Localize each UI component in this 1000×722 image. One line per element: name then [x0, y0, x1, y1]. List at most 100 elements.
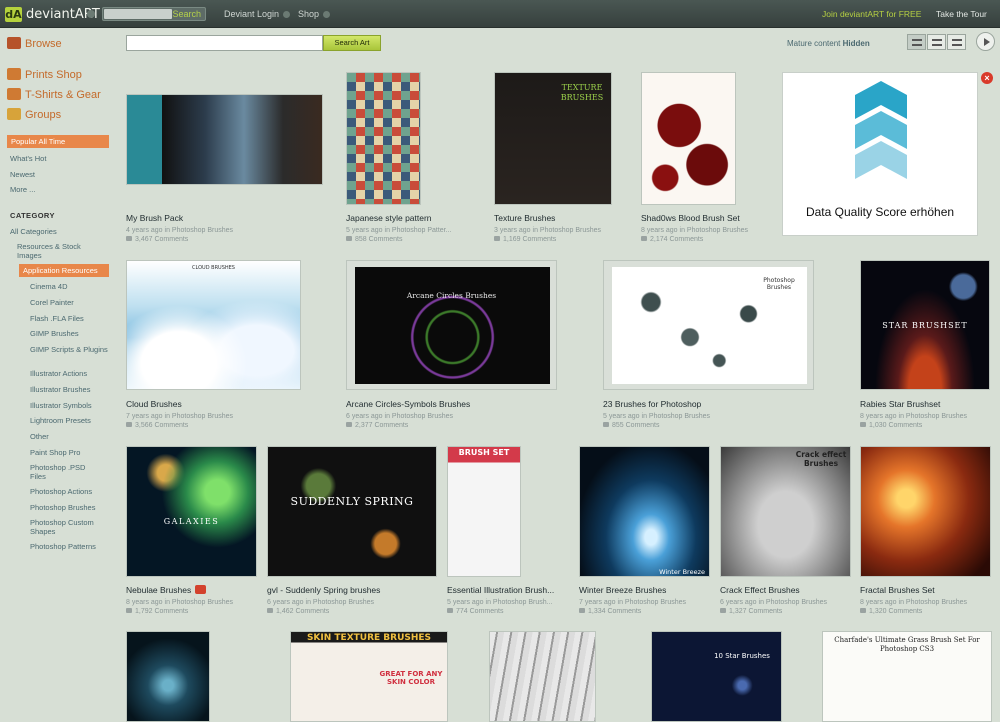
mature-state: Hidden: [842, 39, 870, 48]
resources-link[interactable]: Resources & Stock Images: [17, 242, 107, 260]
thumb-fractal-brushes[interactable]: [860, 446, 991, 577]
prints-shop-link[interactable]: Prints Shop: [7, 68, 82, 81]
thumb-cloud-brushes[interactable]: CLOUD BRUSHES: [126, 260, 301, 390]
deviant-login-link[interactable]: Deviant Login: [224, 9, 291, 20]
search-input[interactable]: [126, 35, 323, 51]
logo-menu-icon[interactable]: [87, 10, 95, 18]
view-medium-button[interactable]: [927, 34, 946, 50]
item-comments[interactable]: 1,462 Comments: [267, 608, 329, 615]
item-title[interactable]: Arcane Circles-Symbols Brushes: [346, 399, 470, 409]
item-comments[interactable]: 1,169 Comments: [494, 236, 556, 243]
subcat-item[interactable]: Paint Shop Pro: [30, 448, 80, 457]
advertisement[interactable]: Data Quality Score erhöhen: [782, 72, 978, 236]
item-comments[interactable]: 774 Comments: [447, 608, 503, 615]
join-link[interactable]: Join deviantART for FREE: [822, 9, 921, 19]
search-art-button[interactable]: Search Art: [323, 35, 381, 51]
item-title[interactable]: Japanese style pattern: [346, 213, 432, 223]
thumb-japanese-pattern[interactable]: [346, 72, 421, 205]
subcat-item[interactable]: Flash .FLA Files: [30, 314, 84, 323]
thumb-shadows[interactable]: [126, 631, 210, 722]
browse-link[interactable]: Browse: [7, 37, 62, 50]
subcat-item[interactable]: Photoshop Custom Shapes: [30, 518, 110, 536]
thumb-my-brush-pack[interactable]: [126, 94, 323, 185]
item-comments[interactable]: 1,792 Comments: [126, 608, 188, 615]
thumb-nebulae[interactable]: GALAXIES: [126, 446, 257, 577]
subcat-item[interactable]: Photoshop Brushes: [30, 503, 95, 512]
thumb-rabies-star[interactable]: STAR BRUSHSET: [860, 260, 990, 390]
item-title[interactable]: My Brush Pack: [126, 213, 183, 223]
thumb-texture-brushes[interactable]: TEXTURE BRUSHES: [494, 72, 612, 205]
subcat-item[interactable]: Illustrator Brushes: [30, 385, 90, 394]
item-comments[interactable]: 855 Comments: [603, 422, 659, 429]
comment-count: 858 Comments: [355, 236, 403, 243]
mature-content-toggle[interactable]: Mature content Hidden: [787, 39, 870, 48]
thumb-shad0ws-blood[interactable]: [641, 72, 736, 205]
subcat-item[interactable]: Photoshop Patterns: [30, 542, 96, 551]
subcat-item[interactable]: Photoshop .PSD Files: [30, 463, 102, 481]
subcat-item[interactable]: Corel Painter: [30, 298, 74, 307]
thumb-crack-effect[interactable]: Crack effect Brushes: [720, 446, 851, 577]
subcat-item[interactable]: Other: [30, 432, 49, 441]
item-title[interactable]: Essential Illustration Brush...: [447, 585, 554, 595]
take-tour-link[interactable]: Take the Tour: [936, 9, 987, 19]
item-comments[interactable]: 2,174 Comments: [641, 236, 703, 243]
item-comments[interactable]: 1,327 Comments: [720, 608, 782, 615]
item-title[interactable]: Shad0ws Blood Brush Set: [641, 213, 740, 223]
view-large-button[interactable]: [947, 34, 966, 50]
subcat-item[interactable]: GIMP Brushes: [30, 329, 79, 338]
application-resources-link[interactable]: Application Resources: [19, 264, 109, 277]
subcat-item[interactable]: Photoshop Actions: [30, 487, 92, 496]
item-title[interactable]: Rabies Star Brushset: [860, 399, 940, 409]
item-comments[interactable]: 1,030 Comments: [860, 422, 922, 429]
item-title[interactable]: Winter Breeze Brushes: [579, 585, 666, 595]
item-title[interactable]: Crack Effect Brushes: [720, 585, 800, 595]
top-search-button[interactable]: Search: [172, 8, 201, 20]
subcat-item[interactable]: Illustrator Symbols: [30, 401, 92, 410]
thumb-grayscale-brushes[interactable]: [489, 631, 596, 722]
subcat-item[interactable]: Cinema 4D: [30, 282, 68, 291]
comment-count: 1,462 Comments: [276, 608, 330, 615]
item-title[interactable]: Cloud Brushes: [126, 399, 182, 409]
thumb-winter-breeze[interactable]: Winter Breeze: [579, 446, 710, 577]
thumb-23-brushes[interactable]: Photoshop Brushes: [603, 260, 814, 390]
thumb-essential-illustration[interactable]: BRUSH SET: [447, 446, 521, 577]
item-comments[interactable]: 858 Comments: [346, 236, 402, 243]
thumb-image: [127, 261, 300, 389]
top-search-input[interactable]: [104, 9, 172, 19]
more-link[interactable]: More ...: [10, 185, 35, 194]
whats-hot-link[interactable]: What's Hot: [10, 154, 46, 163]
subcat-item[interactable]: GIMP Scripts & Plugins: [30, 345, 110, 354]
view-small-button[interactable]: [907, 34, 926, 50]
popular-all-time-link[interactable]: Popular All Time: [7, 135, 109, 148]
item-comments[interactable]: 3,467 Comments: [126, 236, 188, 243]
shop-link[interactable]: Shop: [298, 9, 331, 20]
top-search-box[interactable]: Search: [102, 7, 206, 21]
thumb-10-star[interactable]: 10 Star Brushes: [651, 631, 782, 722]
comment-icon: [126, 422, 132, 427]
deviantart-logo[interactable]: dA deviantART: [5, 6, 100, 22]
item-title[interactable]: Nebulae Brushes: [126, 585, 207, 595]
item-title[interactable]: 23 Brushes for Photoshop: [603, 399, 701, 409]
item-title[interactable]: gvl - Suddenly Spring brushes: [267, 585, 380, 595]
item-title-text: Nebulae Brushes: [126, 585, 192, 595]
thumb-arcane-circles[interactable]: Arcane Circles Brushes: [346, 260, 557, 390]
subcat-item[interactable]: Illustrator Actions: [30, 369, 87, 378]
item-title[interactable]: Texture Brushes: [494, 213, 555, 223]
item-meta: 8 years ago in Photoshop Brushes: [126, 599, 234, 606]
all-categories-link[interactable]: All Categories: [10, 227, 57, 236]
thumb-caption: GALAXIES: [163, 517, 220, 526]
thumb-skin-texture[interactable]: SKIN TEXTURE BRUSHES GREAT FOR ANY SKIN …: [290, 631, 448, 722]
item-comments[interactable]: 1,334 Comments: [579, 608, 641, 615]
item-comments[interactable]: 3,566 Comments: [126, 422, 188, 429]
thumb-grass-brush[interactable]: Charfade's Ultimate Grass Brush Set For …: [822, 631, 992, 722]
thumb-suddenly-spring[interactable]: SUDDENLY SPRING: [267, 446, 437, 577]
item-comments[interactable]: 2,377 Comments: [346, 422, 408, 429]
slideshow-play-button[interactable]: [976, 32, 995, 51]
groups-link[interactable]: Groups: [7, 108, 61, 121]
ad-close-button[interactable]: ×: [981, 72, 993, 84]
tshirts-link[interactable]: T-Shirts & Gear: [7, 88, 101, 101]
item-title[interactable]: Fractal Brushes Set: [860, 585, 935, 595]
newest-link[interactable]: Newest: [10, 170, 35, 179]
subcat-item[interactable]: Lightroom Presets: [30, 416, 91, 425]
item-comments[interactable]: 1,320 Comments: [860, 608, 922, 615]
